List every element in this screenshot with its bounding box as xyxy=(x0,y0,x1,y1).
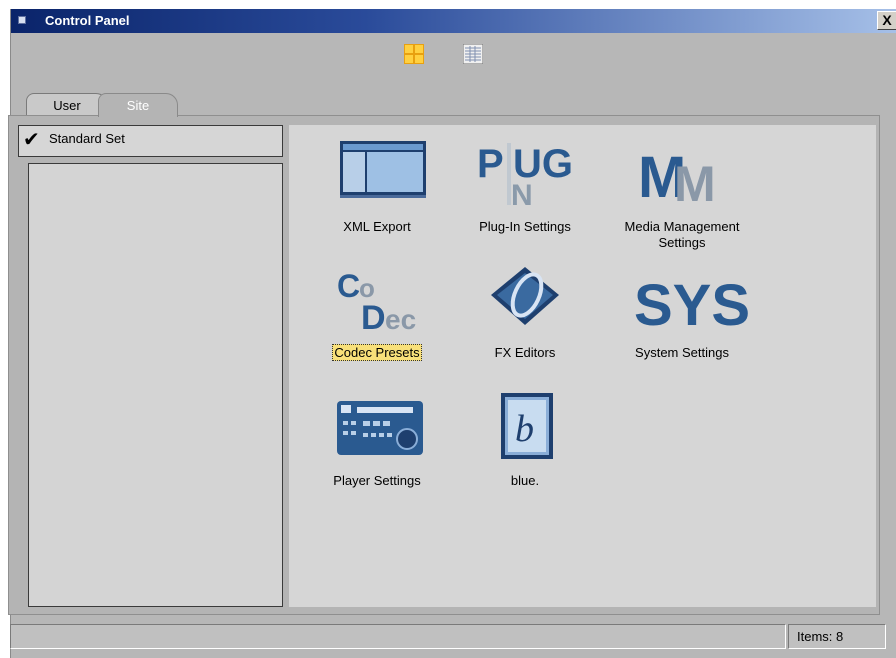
item-label: Media Management Settings xyxy=(624,219,740,250)
item-codec-presets[interactable]: C o D ec Codec Presets xyxy=(307,259,447,379)
svg-text:ec: ec xyxy=(385,304,416,335)
set-selector[interactable]: ✔ Standard Set xyxy=(18,125,283,157)
item-label: FX Editors xyxy=(494,345,556,360)
plug-in-icon: P UG N xyxy=(455,133,595,212)
status-bar-message xyxy=(10,624,786,649)
item-fx-editors[interactable]: FX Editors xyxy=(455,259,595,379)
set-list[interactable] xyxy=(28,163,283,607)
fx-editors-icon xyxy=(455,259,595,337)
item-player-settings[interactable]: Player Settings xyxy=(307,387,447,507)
codec-icon: C o D ec xyxy=(307,259,447,337)
tab-user[interactable]: User xyxy=(26,93,108,117)
svg-text:N: N xyxy=(511,179,533,211)
selected-item-label: Codec Presets xyxy=(332,344,422,361)
item-label: XML Export xyxy=(343,219,411,234)
svg-text:C: C xyxy=(337,268,360,304)
svg-text:SYS: SYS xyxy=(634,273,750,337)
blue-icon: b xyxy=(455,387,595,465)
item-system-settings[interactable]: SYS System Settings xyxy=(612,259,752,379)
svg-text:M: M xyxy=(674,156,716,211)
checkmark-icon: ✔ xyxy=(23,129,40,151)
items-count: Items: 8 xyxy=(788,624,886,649)
xml-export-icon xyxy=(307,133,447,211)
svg-text:D: D xyxy=(361,299,386,337)
item-plug-in-settings[interactable]: P UG N Plug-In Settings xyxy=(455,133,595,253)
close-button[interactable]: X xyxy=(877,11,896,30)
svg-text:P: P xyxy=(477,142,504,186)
title-bar[interactable]: Control Panel X xyxy=(11,9,896,33)
item-label: Codec Presets xyxy=(307,344,447,361)
media-management-icon: M M xyxy=(612,133,752,212)
tab-site[interactable]: Site xyxy=(98,93,178,117)
player-settings-icon xyxy=(307,387,447,465)
item-label: Player Settings xyxy=(333,473,421,488)
list-view-icon[interactable] xyxy=(462,43,484,65)
item-label: System Settings xyxy=(635,345,729,360)
large-icons-view-icon[interactable] xyxy=(404,44,424,64)
item-xml-export[interactable]: XML Export xyxy=(307,133,447,253)
system-settings-icon: SYS xyxy=(612,259,752,338)
set-selector-label: Standard Set xyxy=(49,131,125,146)
item-label: Plug-In Settings xyxy=(479,219,571,234)
window-title: Control Panel xyxy=(45,13,130,28)
item-label: blue. xyxy=(510,473,540,488)
svg-text:b: b xyxy=(515,408,534,450)
item-blue[interactable]: b blue. xyxy=(455,387,595,507)
item-media-management-settings[interactable]: M M Media Management Settings xyxy=(612,133,752,253)
settings-icon-pane: XML Export P UG N Plug-In Settings M M M… xyxy=(289,125,876,607)
window-menu-icon[interactable] xyxy=(18,16,26,24)
